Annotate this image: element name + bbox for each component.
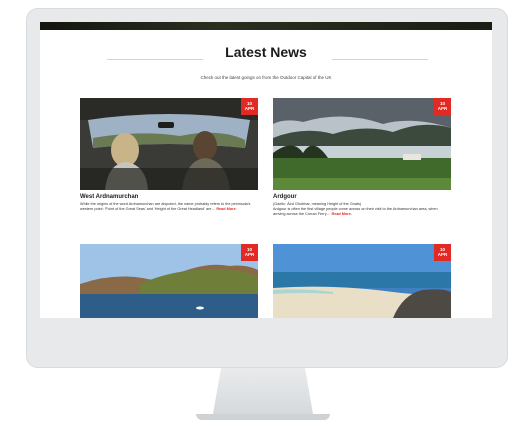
beach-photo bbox=[273, 244, 451, 318]
news-card-image[interactable]: 10 APR bbox=[80, 244, 258, 318]
hero-image-strip bbox=[40, 22, 492, 30]
news-card[interactable]: 10 APR bbox=[273, 244, 451, 318]
car-interior-photo bbox=[80, 98, 258, 190]
imac-monitor: Latest News Check out the latest goings … bbox=[26, 8, 508, 368]
news-card-image[interactable]: 10 APR bbox=[273, 244, 451, 318]
mockup-stage: Latest News Check out the latest goings … bbox=[0, 0, 508, 425]
date-badge: 10 APR bbox=[241, 244, 258, 261]
news-card-image[interactable]: 10 APR bbox=[273, 98, 451, 190]
section-title: Latest News bbox=[225, 44, 307, 60]
news-card-title[interactable]: Ardgour bbox=[273, 194, 451, 200]
read-more-link[interactable]: Read More. bbox=[216, 207, 236, 211]
news-card-image[interactable]: 10 APR bbox=[80, 98, 258, 190]
news-card[interactable]: 10 APR bbox=[80, 244, 258, 318]
monitor-stand-neck bbox=[213, 368, 313, 414]
news-card-excerpt: While the origins of the word Ardnamurch… bbox=[80, 202, 251, 211]
date-badge: 10 APR bbox=[434, 244, 451, 261]
title-divider-right bbox=[332, 59, 428, 60]
section-subtitle: Check out the latest goings on from the … bbox=[200, 75, 332, 80]
monitor-stand-base bbox=[196, 414, 330, 420]
news-card-excerpt: (Gaelic: Àird Ghobhar, meaning Height of… bbox=[273, 202, 438, 216]
date-badge: 10 APR bbox=[434, 98, 451, 115]
screen: Latest News Check out the latest goings … bbox=[40, 22, 492, 318]
coastal-hill-photo bbox=[80, 244, 258, 318]
news-card[interactable]: 10 APR Ardgour (Gaelic: Àird Ghobhar, me… bbox=[273, 98, 451, 217]
news-card[interactable]: 10 APR West Ardnamurchan While the origi… bbox=[80, 98, 258, 212]
news-card-title[interactable]: West Ardnamurchan bbox=[80, 194, 258, 200]
date-badge: 10 APR bbox=[241, 98, 258, 115]
loch-landscape-photo bbox=[273, 98, 451, 190]
read-more-link[interactable]: Read More. bbox=[331, 212, 351, 216]
